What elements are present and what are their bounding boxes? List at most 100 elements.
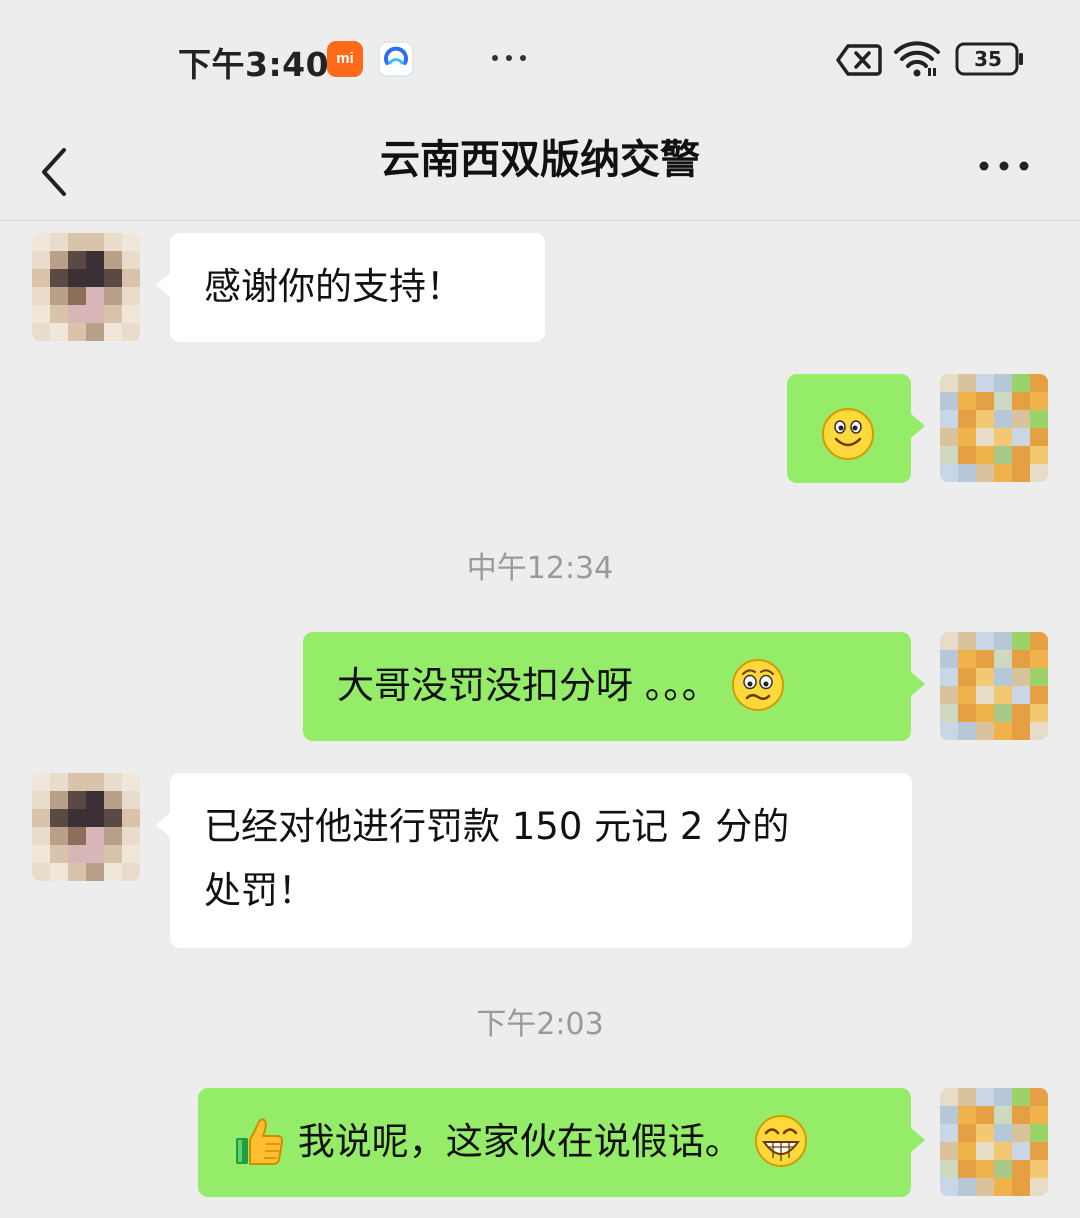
avatar-pixel [994,374,1012,392]
avatar-pixel [994,1142,1012,1160]
avatar-pixel [940,446,958,464]
message-bubble-outgoing[interactable]: 我说呢，这家伙在说假话。 [198,1088,925,1197]
avatar-pixel [1030,704,1048,722]
avatar-pixel [958,704,976,722]
avatar-pixel [32,305,50,323]
avatar-pixel [68,305,86,323]
my-avatar[interactable] [940,1088,1048,1196]
avatar-pixel [994,1088,1012,1106]
avatar-pixel [1030,668,1048,686]
avatar-pixel [994,650,1012,668]
avatar-pixel [976,428,994,446]
avatar-pixel [1030,650,1048,668]
avatar-pixel [994,446,1012,464]
avatar-pixel [50,269,68,287]
avatar-pixel [940,1160,958,1178]
avatar-pixel [68,233,86,251]
contact-avatar[interactable] [32,233,140,341]
avatar-pixel [122,773,140,791]
avatar-pixel [32,251,50,269]
avatar-pixel [1030,410,1048,428]
avatar-pixel [1012,1142,1030,1160]
contact-avatar[interactable] [32,773,140,881]
wifi-icon [893,40,941,78]
avatar-pixel [1012,722,1030,740]
message-bubble-outgoing[interactable]: 大哥没罚没扣分呀 。。。 [303,632,925,741]
avatar-pixel [104,305,122,323]
bubble-tail [156,813,170,837]
avatar-pixel [104,809,122,827]
avatar-pixel [958,650,976,668]
avatar-pixel [104,323,122,341]
avatar-pixel [976,1178,994,1196]
message-bubble-incoming[interactable]: 感谢你的支持！ [156,233,545,342]
avatar-pixel [976,410,994,428]
avatar-pixel [122,827,140,845]
more-options-button[interactable] [968,136,1040,196]
avatar-pixel [86,287,104,305]
avatar-pixel [940,1088,958,1106]
avatar-pixel [958,464,976,482]
avatar-pixel [994,632,1012,650]
avatar-pixel [50,845,68,863]
avatar-pixel [958,1124,976,1142]
avatar-pixel [958,410,976,428]
avatar-pixel [994,1178,1012,1196]
avatar-pixel [1030,374,1048,392]
avatar-pixel [940,392,958,410]
avatar-pixel [940,410,958,428]
avatar-pixel [1012,1178,1030,1196]
message-text: 感谢你的支持！ [204,265,463,308]
browser-app-icon [378,41,414,77]
avatar-pixel [958,446,976,464]
bubble-tail [911,1128,925,1152]
avatar-pixel [940,1178,958,1196]
avatar-pixel [1030,428,1048,446]
avatar-pixel [976,1142,994,1160]
my-avatar[interactable] [940,374,1048,482]
my-avatar[interactable] [940,632,1048,740]
avatar-pixel [940,650,958,668]
bubble-tail [911,672,925,696]
avatar-pixel [958,1160,976,1178]
avatar-pixel [50,251,68,269]
avatar-pixel [86,251,104,269]
message-bubble-incoming[interactable]: 已经对他进行罚款 150 元记 2 分的 处罚！ [156,773,912,948]
avatar-pixel [958,1142,976,1160]
avatar-pixel [86,773,104,791]
avatar-pixel [86,827,104,845]
avatar-pixel [32,773,50,791]
avatar-pixel [1012,650,1030,668]
avatar-pixel [50,233,68,251]
avatar-pixel [50,809,68,827]
avatar-pixel [32,269,50,287]
avatar-pixel [1030,632,1048,650]
avatar-pixel [122,269,140,287]
avatar-pixel [976,446,994,464]
avatar-pixel [68,809,86,827]
status-time: 下午3:40 [178,45,330,84]
avatar-pixel [1012,686,1030,704]
avatar-pixel [104,845,122,863]
avatar-pixel [104,773,122,791]
avatar-pixel [68,863,86,881]
avatar-pixel [86,845,104,863]
avatar-pixel [1030,1088,1048,1106]
avatar-pixel [1012,464,1030,482]
avatar-pixel [104,827,122,845]
avatar-pixel [50,791,68,809]
timestamp: 下午2:03 [476,1007,604,1042]
avatar-pixel [68,323,86,341]
avatar-pixel [940,374,958,392]
thumbs-up-emoji [232,1114,286,1168]
avatar-pixel [86,305,104,323]
avatar-pixel [958,686,976,704]
avatar-pixel [32,863,50,881]
message-bubble-outgoing[interactable] [787,374,925,483]
avatar-pixel [32,809,50,827]
avatar-pixel [50,773,68,791]
avatar-pixel [68,773,86,791]
no-sim-icon [836,43,882,77]
avatar-pixel [86,809,104,827]
avatar-pixel [976,686,994,704]
